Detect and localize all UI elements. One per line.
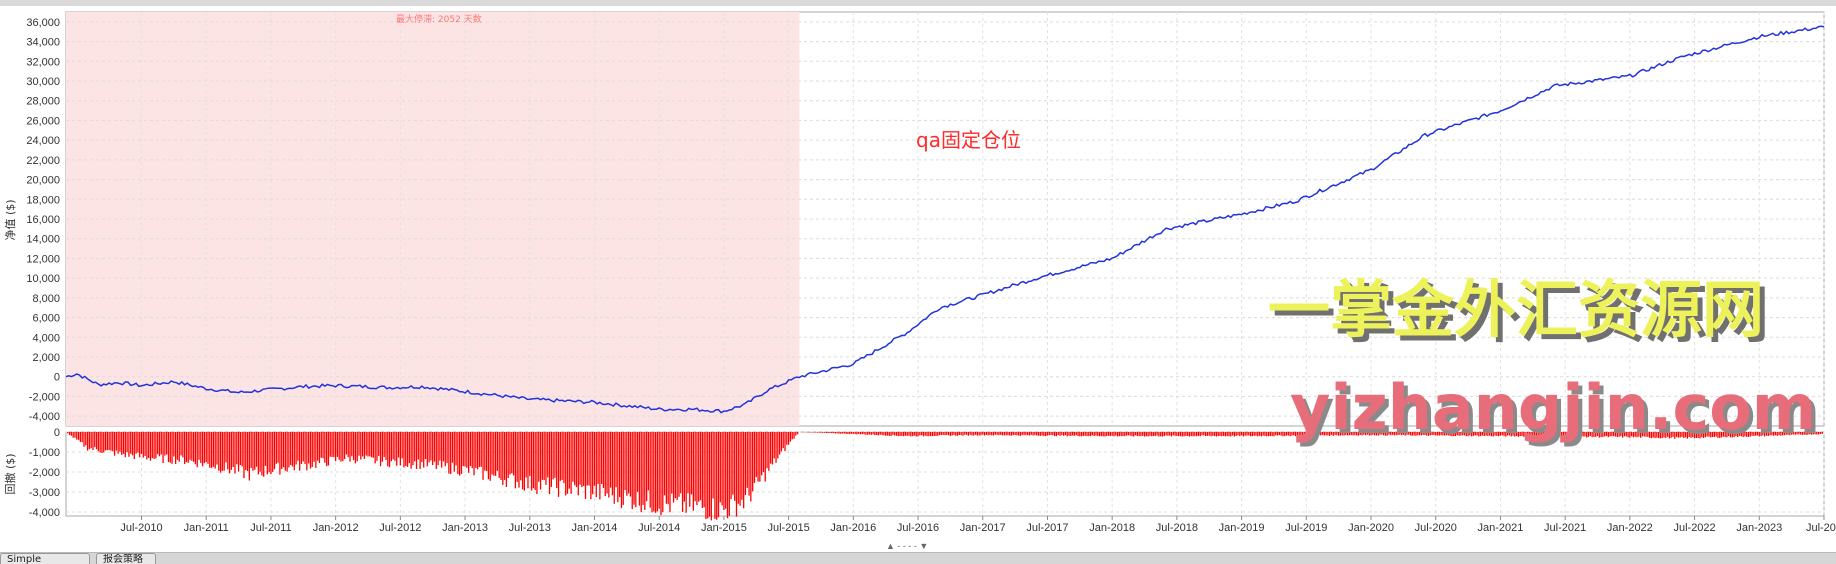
x-tick-label: Jan-2022 (1607, 522, 1653, 534)
chart-annotation: qa固定仓位 (916, 128, 1021, 152)
x-tick-label: Jul-2019 (1285, 522, 1327, 534)
y-tick-label: 4,000 (32, 332, 60, 344)
x-tick-label: Jul-2022 (1673, 522, 1715, 534)
x-tick-label: Jan-2020 (1348, 522, 1394, 534)
y-tick-label: 20,000 (26, 175, 60, 187)
y-tick-label: 0 (54, 372, 60, 384)
y-tick-label: 34,000 (26, 37, 60, 49)
equity-y-axis-label: 净值 ($) (3, 199, 17, 240)
dd-y-tick-label: -3,000 (29, 487, 60, 499)
y-tick-label: 32,000 (26, 56, 60, 68)
x-tick-label: Jul-2014 (638, 522, 680, 534)
x-tick-label: Jul-2021 (1544, 522, 1586, 534)
y-tick-label: 2,000 (32, 352, 60, 364)
equity-panel: 36,000 34,000 32,000 30,000 28,000 26,000 24,0… (3, 11, 1825, 427)
y-tick-label: -2,000 (29, 391, 60, 403)
y-tick-label: 14,000 (26, 234, 60, 246)
watermark-line2: yizhangjin.com (1290, 371, 1816, 444)
equity-y-ticks: 36,000 34,000 32,000 30,000 28,000 26,000 24,0… (26, 17, 60, 423)
y-tick-label: 8,000 (32, 293, 60, 305)
x-tick-label: Jan-2019 (1219, 522, 1265, 534)
y-tick-label: 16,000 (26, 214, 60, 226)
drawdown-y-ticks: 0 -1,000 -2,000 -3,000 -4,000 (29, 427, 60, 519)
bottom-tab-bar (0, 552, 1836, 564)
dd-y-tick-label: -1,000 (29, 447, 60, 459)
y-tick-label: 10,000 (26, 273, 60, 285)
y-tick-label: 30,000 (26, 76, 60, 88)
tab-simple-strategies[interactable]: Simple strategies (0, 553, 90, 564)
drawdown-y-axis-label: 回撤 ($) (3, 453, 17, 494)
x-tick-label: Jul-2020 (1415, 522, 1457, 534)
x-tick-label: Jul-2016 (897, 522, 939, 534)
x-tick-label: Jul-2011 (250, 522, 291, 534)
x-tick-label: Jan-2013 (442, 522, 488, 534)
x-tick-label: Jan-2011 (184, 522, 229, 534)
x-tick-label: Jul-2015 (768, 522, 810, 534)
y-tick-label: 36,000 (26, 17, 60, 29)
x-axis-ticks: Jul-2010 Jan-2011 Jul-2011 Jan-2012 Jul-2012… (120, 516, 1836, 534)
y-tick-label: 6,000 (32, 313, 60, 325)
x-tick-label: Jul-2010 (120, 522, 162, 534)
x-tick-label: Jan-2021 (1478, 522, 1524, 534)
x-tick-label: Jan-2023 (1736, 522, 1782, 534)
dd-y-tick-label: -4,000 (29, 507, 60, 519)
y-tick-label: 26,000 (26, 115, 60, 127)
x-tick-label: Jul-2018 (1156, 522, 1198, 534)
y-tick-label: 24,000 (26, 135, 60, 147)
y-tick-label: -4,000 (29, 411, 60, 423)
y-tick-label: 12,000 (26, 253, 60, 265)
watermark-line1: 一掌金外汇资源网 (1268, 273, 1764, 346)
y-tick-label: 28,000 (26, 96, 60, 108)
x-tick-label: Jan-2015 (701, 522, 747, 534)
x-tick-label: Jan-2012 (313, 522, 359, 534)
x-tick-label: Jul-202 (1806, 522, 1836, 534)
tab-report-strategy[interactable]: 报会策略 (96, 553, 156, 564)
dd-y-tick-label: 0 (54, 427, 60, 439)
y-tick-label: 22,000 (26, 155, 60, 167)
x-tick-label: Jul-2013 (509, 522, 551, 534)
x-tick-label: Jan-2014 (572, 522, 618, 534)
x-tick-label: Jan-2017 (960, 522, 1006, 534)
splitter-handle: ▲ - - - - ▼ (886, 541, 928, 551)
equity-drawdown-chart: 36,000 34,000 32,000 30,000 28,000 26,000 24,0… (3, 11, 1836, 551)
dd-y-tick-label: -2,000 (29, 467, 60, 479)
x-tick-label: Jul-2012 (379, 522, 421, 534)
x-tick-label: Jan-2016 (830, 522, 876, 534)
x-tick-label: Jan-2018 (1089, 522, 1135, 534)
max-stagnation-label: 最大停滞: 2052 天数 (396, 13, 482, 25)
x-tick-label: Jul-2017 (1026, 522, 1068, 534)
y-tick-label: 18,000 (26, 194, 60, 206)
